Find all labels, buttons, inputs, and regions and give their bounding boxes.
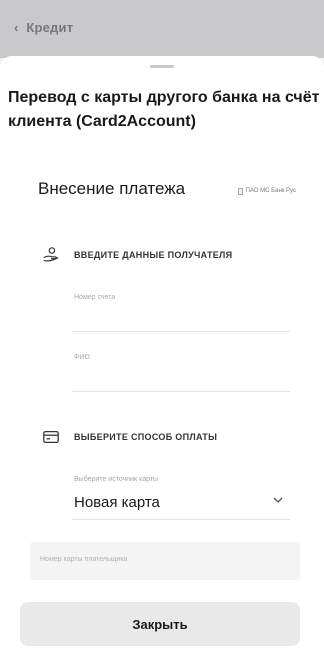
screen-title: Кредит [26,20,74,35]
payment-step-label: ВЫБЕРИТЕ СПОСОБ ОПЛАТЫ [74,432,218,442]
bank-logo-image: ПАО МС Банк Рус [238,184,296,198]
section-heading: Внесение платежа [38,179,186,198]
payer-card-number-field[interactable]: Номер карты плательщика [30,542,300,580]
chevron-down-icon[interactable] [272,494,284,506]
payer-card-number-placeholder: Номер карты плательщика [40,556,128,563]
payment-step: ВЫБЕРИТЕ СПОСОБ ОПЛАТЫ [42,428,217,446]
full-name-placeholder: ФИО [74,354,90,361]
sheet-grabber[interactable] [150,65,174,68]
background-app-header: ‹ Кредит [0,0,324,58]
close-button[interactable]: Закрыть [20,602,300,646]
recipient-step: ВВЕДИТЕ ДАННЫЕ ПОЛУЧАТЕЛЯ [42,246,232,264]
sheet-title: Перевод с карты другого банка на счёт кл… [8,89,320,130]
bottom-sheet: Перевод с карты другого банка на счёт кл… [0,56,324,653]
account-number-field[interactable]: Номер счета [72,290,290,332]
full-name-field[interactable]: ФИО [72,350,290,392]
recipient-step-label: ВВЕДИТЕ ДАННЫЕ ПОЛУЧАТЕЛЯ [74,250,233,260]
broken-image-icon [238,187,243,195]
account-number-placeholder: Номер счета [74,294,116,301]
chevron-left-icon[interactable]: ‹ [14,21,18,34]
logo-alt-text: ПАО МС Банк Рус [245,188,296,194]
hand-coins-icon [43,247,59,262]
back-navigation[interactable]: ‹ Кредит [14,20,73,35]
card-icon [43,430,59,444]
card-source-select[interactable]: Выберите источник карты Новая карта [72,472,290,520]
card-source-caption: Выберите источник карты [74,476,159,483]
card-source-value: Новая карта [74,494,160,511]
